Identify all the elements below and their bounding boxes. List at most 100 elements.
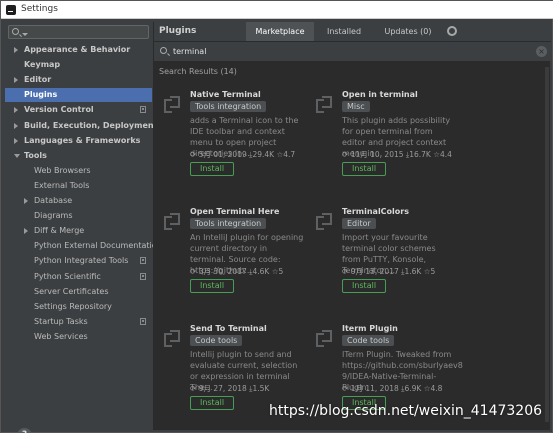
plugin-downloads: 4.6K <box>252 267 270 276</box>
install-button[interactable]: Install <box>342 279 386 293</box>
sidebar-item-languages-frameworks[interactable]: Languages & Frameworks <box>5 134 152 148</box>
plugin-card[interactable]: Open in terminal Misc This plugin adds pos… <box>314 90 464 200</box>
plugin-name[interactable]: Iterm Plugin <box>342 324 398 333</box>
watermark: https://blog.csdn.net/weixin_41473206 <box>269 403 543 419</box>
tab-updates[interactable]: Updates (0) <box>374 22 442 41</box>
sidebar-item-label: Server Certificates <box>34 286 109 296</box>
project-settings-icon <box>140 272 146 280</box>
sidebar-item-version-control[interactable]: Version Control <box>5 103 152 117</box>
refresh-icon: ⟳ <box>342 150 349 159</box>
sidebar-item-label: Diff & Merge <box>34 226 85 236</box>
chevron-right-icon[interactable] <box>14 47 18 53</box>
plugin-card[interactable]: TerminalColors Editor Import your favourit… <box>314 207 464 317</box>
plugin-icon <box>162 327 182 349</box>
plugin-date: 1月 11, 2018 <box>350 384 399 393</box>
sidebar-item-tools[interactable]: Tools <box>5 149 152 163</box>
plugin-card[interactable]: Open Terminal Here Tools integration An In… <box>162 207 312 317</box>
refresh-icon: ⟳ <box>342 384 349 393</box>
plugin-meta: ⟳ 9月 13, 2017 ⤓1.6K ☆5 <box>342 266 435 277</box>
plugin-category-tag: Misc <box>342 101 370 112</box>
sidebar-search-input[interactable] <box>8 25 149 39</box>
sidebar-item-python-integrated-tools[interactable]: Python Integrated Tools <box>5 254 152 268</box>
plugin-date: 9月 13, 2017 <box>350 267 399 276</box>
plugin-date: 9月 27, 2018 <box>198 384 247 393</box>
install-button[interactable]: Install <box>190 396 234 410</box>
plugin-category-tag: Tools integration <box>190 218 267 229</box>
sidebar-item-label: Startup Tasks <box>34 316 88 326</box>
plugin-name[interactable]: TerminalColors <box>342 207 409 216</box>
sidebar-item-plugins[interactable]: Plugins <box>5 88 152 103</box>
sidebar-item-label: Web Services <box>34 331 88 341</box>
plugins-panel: Plugins Marketplace Installed Updates (0… <box>153 22 551 430</box>
scrollbar[interactable] <box>545 67 549 422</box>
install-button[interactable]: Install <box>190 162 234 176</box>
install-button[interactable]: Install <box>342 162 386 176</box>
tab-marketplace[interactable]: Marketplace <box>246 22 314 41</box>
install-button[interactable]: Install <box>190 279 234 293</box>
sidebar-item-startup-tasks[interactable]: Startup Tasks <box>5 315 152 329</box>
sidebar-item-web-services[interactable]: Web Services <box>5 330 152 344</box>
title-bar: Settings <box>1 1 553 19</box>
sidebar-item-label: Build, Execution, Deployment <box>24 120 158 130</box>
window-title: Settings <box>21 4 58 14</box>
sidebar-item-editor[interactable]: Editor <box>5 73 152 87</box>
plugin-category-tag: Editor <box>342 218 376 229</box>
chevron-down-icon[interactable] <box>14 153 20 158</box>
plugin-date: 5月 01, 2019 <box>198 150 247 159</box>
gear-icon[interactable] <box>447 26 457 36</box>
refresh-icon: ⟳ <box>190 150 197 159</box>
plugin-date: 11月 10, 2015 <box>350 150 404 159</box>
project-settings-icon <box>140 257 146 265</box>
sidebar: Appearance & Behavior Keymap Editor Plugins… <box>5 22 162 433</box>
plugin-rating: 4.8 <box>430 384 443 393</box>
help-button[interactable]: ? <box>17 428 32 433</box>
chevron-right-icon[interactable] <box>24 198 28 204</box>
sidebar-item-label: Python External Documentation <box>34 241 162 251</box>
tab-installed[interactable]: Installed <box>314 22 374 41</box>
plugin-meta: ⟳ 9月 27, 2018 ⤓1.5K <box>190 383 269 394</box>
plugin-meta: ⟳ 1月 11, 2018 ⤓6.9K ☆4.8 <box>342 383 442 394</box>
search-icon <box>12 28 19 35</box>
sidebar-item-settings-repository[interactable]: Settings Repository <box>5 300 152 314</box>
refresh-icon: ⟳ <box>190 267 197 276</box>
plugin-icon <box>314 327 334 349</box>
sidebar-item-label: Web Browsers <box>34 165 91 175</box>
sidebar-item-python-scientific[interactable]: Python Scientific <box>5 270 152 284</box>
chevron-right-icon[interactable] <box>24 228 28 235</box>
plugin-downloads: 16.7K <box>409 150 431 159</box>
chevron-right-icon[interactable] <box>14 122 18 129</box>
plugin-category-tag: Code tools <box>342 335 395 346</box>
plugin-meta: ⟳ 5月 01, 2019 ⤓29.4K ☆4.7 <box>190 149 295 160</box>
sidebar-item-diagrams[interactable]: Diagrams <box>5 209 152 223</box>
sidebar-item-label: Appearance & Behavior <box>24 45 131 54</box>
sidebar-item-appearance-behavior[interactable]: Appearance & Behavior <box>5 43 152 57</box>
plugin-name[interactable]: Open in terminal <box>342 90 418 99</box>
sidebar-item-web-browsers[interactable]: Web Browsers <box>5 164 152 178</box>
chevron-right-icon[interactable] <box>14 137 18 144</box>
sidebar-item-database[interactable]: Database <box>5 194 152 208</box>
sidebar-item-python-external-documentation[interactable]: Python External Documentation <box>5 239 162 253</box>
plugin-name[interactable]: Send To Terminal <box>190 324 267 333</box>
sidebar-item-diff-merge[interactable]: Diff & Merge <box>5 224 152 238</box>
chevron-right-icon[interactable] <box>14 77 18 84</box>
plugin-date: 3月 30, 2017 <box>198 267 247 276</box>
sidebar-item-server-certificates[interactable]: Server Certificates <box>5 285 152 299</box>
sidebar-item-build-execution-deployment[interactable]: Build, Execution, Deployment <box>5 119 157 133</box>
project-settings-icon <box>140 106 146 114</box>
chevron-right-icon[interactable] <box>14 107 18 114</box>
plugin-search-input[interactable]: terminal × <box>154 41 551 61</box>
plugin-rating: 4.4 <box>439 150 452 159</box>
plugin-name[interactable]: Native Terminal <box>190 90 261 99</box>
sidebar-item-keymap[interactable]: Keymap <box>5 58 152 72</box>
plugin-rating: 5 <box>430 267 436 276</box>
sidebar-item-label: Plugins <box>24 90 58 100</box>
app-icon <box>6 5 16 15</box>
plugin-name[interactable]: Open Terminal Here <box>190 207 279 216</box>
sidebar-item-label: Python Integrated Tools <box>34 256 129 266</box>
clear-search-icon[interactable]: × <box>536 46 547 57</box>
plugin-rating: 4.7 <box>283 150 296 159</box>
refresh-icon: ⟳ <box>190 384 197 393</box>
sidebar-item-external-tools[interactable]: External Tools <box>5 179 152 193</box>
plugin-card[interactable]: Native Terminal Tools integration adds a T… <box>162 90 312 200</box>
refresh-icon: ⟳ <box>342 267 349 276</box>
